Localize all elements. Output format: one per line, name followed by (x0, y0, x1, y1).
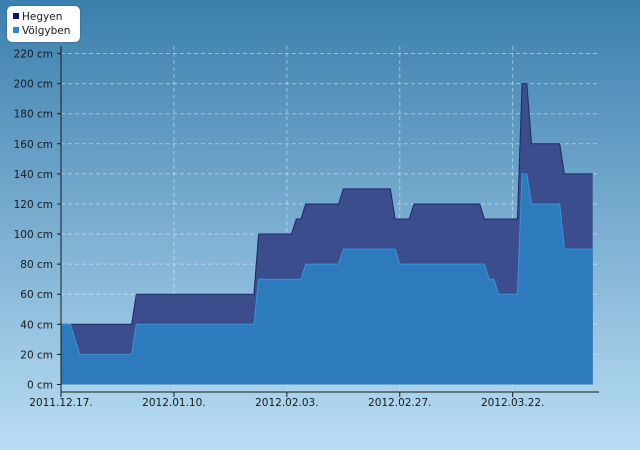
y-tick-label: 80 cm (20, 259, 53, 271)
y-tick-label: 120 cm (14, 199, 53, 211)
y-tick-label: 20 cm (20, 349, 53, 361)
legend: Hegyen Völgyben (7, 6, 80, 42)
y-tick-label: 0 cm (27, 379, 53, 391)
y-tick-label: 60 cm (20, 289, 53, 301)
legend-swatch-volgyben (13, 27, 19, 33)
legend-label-volgyben: Völgyben (22, 25, 71, 37)
y-tick-label: 160 cm (14, 139, 53, 151)
legend-swatch-hegyen (13, 13, 19, 19)
legend-label-hegyen: Hegyen (22, 11, 63, 23)
y-tick-label: 100 cm (14, 229, 53, 241)
snow-depth-chart: 0 cm 20 cm 40 cm 60 cm 80 cm 100 cm 120 cm 140 … (0, 0, 640, 450)
x-tick-label: 2012.02.27. (368, 397, 431, 409)
legend-item-hegyen: Hegyen (13, 10, 62, 24)
y-tick-label: 180 cm (14, 109, 53, 121)
legend-item-volgyben: Völgyben (13, 24, 70, 38)
y-tick-label: 40 cm (20, 319, 53, 331)
x-tick-label: 2012.01.10. (142, 397, 205, 409)
x-tick-label: 2011.12.17. (29, 397, 92, 409)
y-tick-label: 140 cm (14, 169, 53, 181)
y-tick-label: 200 cm (14, 79, 53, 91)
x-tick-label: 2012.02.03. (255, 397, 318, 409)
x-tick-label: 2012.03.22. (481, 397, 544, 409)
y-tick-label: 220 cm (14, 49, 53, 61)
